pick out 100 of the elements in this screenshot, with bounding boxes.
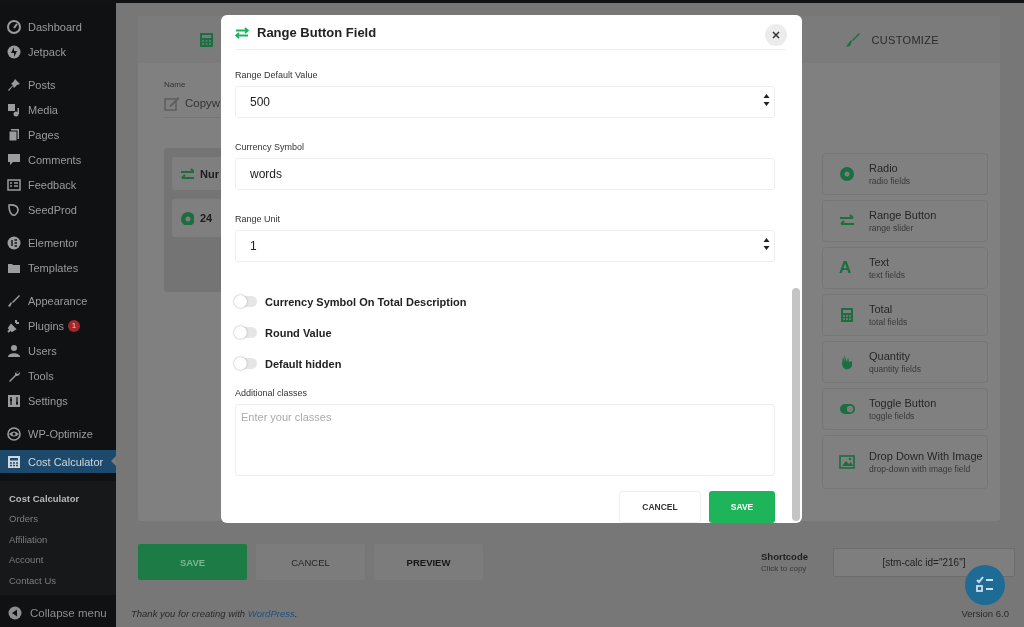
letter-icon: A: [839, 258, 855, 278]
stepper-arrows-icon: [763, 237, 770, 251]
field-type-item[interactable]: Range Button range slider: [822, 200, 988, 242]
media-icon: [7, 102, 21, 117]
input-field[interactable]: words: [235, 158, 775, 190]
toggle-label: Currency Symbol On Total Description: [265, 295, 467, 308]
close-icon: [772, 31, 780, 39]
cancel-button[interactable]: CANCEL: [619, 491, 701, 523]
submenu-item[interactable]: Account: [0, 549, 116, 570]
field-label: Range Unit: [235, 214, 282, 224]
cancel-button[interactable]: CANCEL: [256, 544, 365, 580]
field-label: Additional classes: [235, 388, 309, 398]
toggle-switch[interactable]: [235, 358, 257, 369]
speech-bubble-icon: [7, 152, 21, 167]
gauge-icon: [7, 19, 21, 34]
toggle-label: Round Value: [265, 326, 332, 339]
field-type-item[interactable]: Total total fields: [822, 294, 988, 336]
bolt-circle-icon: [7, 44, 21, 59]
field-type-title: Range Button: [869, 209, 937, 221]
field-type-item[interactable]: Radio radio fields: [822, 153, 988, 195]
submenu-item[interactable]: Orders: [0, 508, 116, 529]
brush-icon: [845, 32, 860, 47]
sidebar-item[interactable]: Elementor: [0, 230, 116, 255]
sidebar-item[interactable]: Cost Calculator: [0, 450, 116, 473]
submenu-item[interactable]: Contact Us: [0, 570, 116, 591]
tab[interactable]: CUSTOMIZE: [845, 32, 939, 47]
sidebar-item[interactable]: Jetpack: [0, 39, 116, 64]
shortcode-label: Shortcode: [761, 551, 808, 562]
calculator-icon: [7, 454, 21, 469]
toggle-label: Default hidden: [265, 357, 342, 370]
modal-title: Range Button Field: [257, 25, 377, 40]
field-type-item[interactable]: Toggle Button toggle fields: [822, 388, 988, 430]
field-label: Range Default Value: [235, 70, 319, 80]
sidebar-item[interactable]: Tools: [0, 363, 116, 388]
version-text: Version 6.0: [961, 608, 1009, 619]
form-icon: [7, 177, 21, 192]
field-type-item[interactable]: Quantity quantity fields: [822, 341, 988, 383]
field-type-title: Drop Down With Image: [869, 450, 983, 462]
field-type-title: Total: [869, 303, 894, 315]
sliders-icon: [7, 393, 21, 408]
field-type-title: Toggle Button: [869, 397, 937, 409]
notification-badge: 1: [68, 319, 81, 332]
pages-icon: [7, 127, 21, 142]
brush-icon: [7, 293, 21, 308]
stepper-arrows-icon: [763, 93, 770, 107]
swap-arrows-icon: [235, 26, 249, 39]
radio-icon: [839, 166, 855, 182]
preview-button[interactable]: PREVIEW: [374, 544, 483, 580]
calculator-field[interactable]: Nur: [172, 157, 221, 190]
sidebar-item[interactable]: SeedProd: [0, 197, 116, 222]
number-field[interactable]: 500: [235, 86, 775, 118]
number-field[interactable]: 1: [235, 230, 775, 262]
field-label: Name: [164, 80, 187, 89]
pushpin-icon: [7, 77, 21, 92]
shortcode-field[interactable]: [stm-calc id="216"]: [833, 547, 1015, 577]
sidebar-item[interactable]: WP-Optimize: [0, 421, 116, 446]
close-button[interactable]: [765, 24, 787, 46]
field-type-description: toggle fields: [869, 411, 916, 421]
eye-circle-icon: [7, 426, 21, 441]
sidebar-item[interactable]: Settings: [0, 388, 116, 413]
leaf-icon: [7, 202, 21, 217]
sidebar-item[interactable]: Posts: [0, 72, 116, 97]
submenu-item[interactable]: Cost Calculator: [0, 488, 116, 509]
field-type-description: drop-down with image field: [869, 464, 972, 474]
calculator-field[interactable]: 24: [172, 199, 221, 237]
footer-text: Thank you for creating with WordPress.: [131, 608, 298, 619]
checklist-button[interactable]: [965, 565, 1005, 605]
sidebar-item[interactable]: Media: [0, 97, 116, 122]
field-type-title: Quantity: [869, 350, 911, 362]
wrench-icon: [7, 368, 21, 383]
field-type-description: radio fields: [869, 176, 911, 186]
sidebar-item[interactable]: Templates: [0, 255, 116, 280]
scrollbar-thumb[interactable]: [792, 288, 800, 521]
plug-icon: [7, 318, 21, 333]
field-type-description: total fields: [869, 317, 908, 327]
toggle-icon: [839, 401, 855, 417]
field-type-title: Text: [869, 256, 891, 268]
toggle-switch[interactable]: [235, 296, 257, 307]
sidebar-item[interactable]: Comments: [0, 147, 116, 172]
radio-icon: [180, 211, 194, 225]
edit-icon: [164, 95, 180, 111]
name-field[interactable]: Copyw: [164, 89, 220, 118]
field-type-description: quantity fields: [869, 364, 921, 374]
field-label: Currency Symbol: [235, 142, 306, 152]
checklist-icon: [975, 575, 995, 595]
sidebar-item[interactable]: Plugins 1: [0, 313, 116, 338]
sidebar-item[interactable]: Feedback: [0, 172, 116, 197]
field-type-item[interactable]: A Text text fields: [822, 247, 988, 289]
sidebar-item[interactable]: Users: [0, 338, 116, 363]
toggle-switch[interactable]: [235, 327, 257, 338]
sidebar-item[interactable]: Pages: [0, 122, 116, 147]
submenu-item[interactable]: Affiliation: [0, 529, 116, 550]
swap-arrows-icon: [180, 166, 194, 181]
calculator-icon: [200, 32, 213, 47]
sidebar-item[interactable]: Dashboard: [0, 14, 116, 39]
sidebar-item[interactable]: Appearance: [0, 288, 116, 313]
image-icon: [839, 454, 855, 470]
field-type-description: range slider: [869, 223, 915, 233]
collapse-menu-button[interactable]: Collapse menu: [0, 594, 116, 620]
field-type-item[interactable]: Drop Down With Image drop-down with image field: [822, 435, 988, 489]
